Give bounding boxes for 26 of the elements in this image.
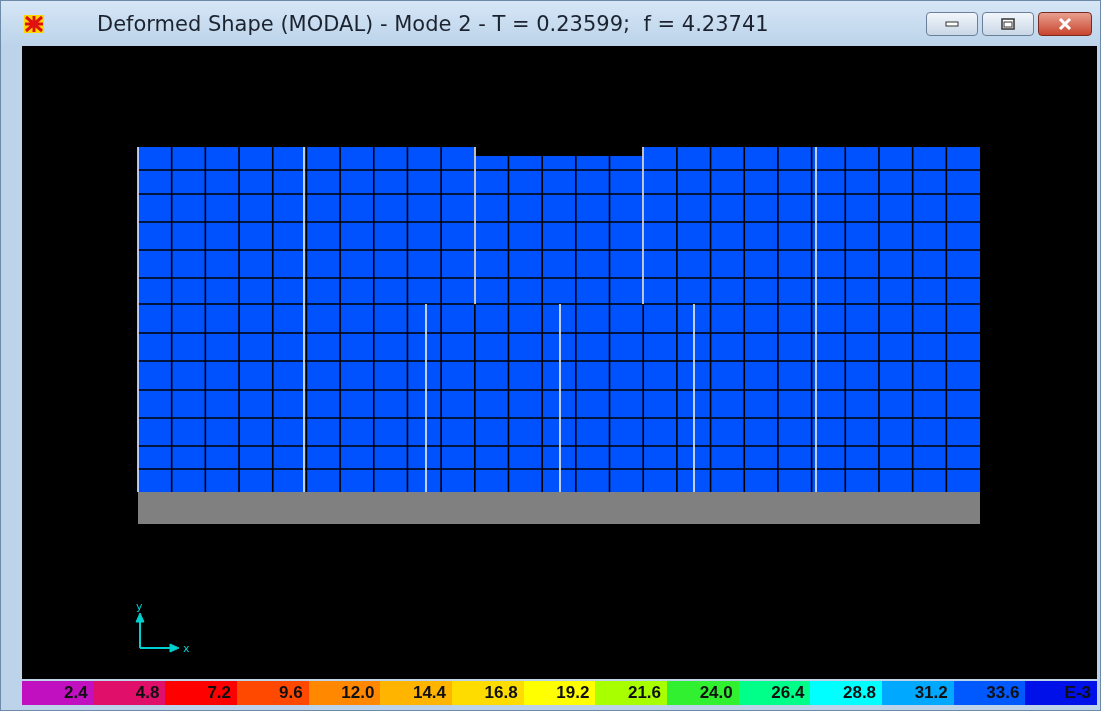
legend-value: E-3: [1064, 683, 1092, 703]
y-axis-label: y: [136, 600, 143, 613]
legend-value: 7.2: [207, 683, 231, 703]
close-icon: [1057, 17, 1073, 30]
close-button[interactable]: [1038, 11, 1092, 36]
legend-value: 24.0: [699, 683, 733, 703]
window-title: Deformed Shape (MODAL) - Mode 2 - T = 0.23599; f = 4.23741: [97, 11, 770, 36]
legend-value: 19.2: [556, 683, 590, 703]
legend-value: 2.4: [64, 683, 88, 703]
maximize-icon: [1001, 17, 1015, 30]
legend-value: 33.6: [986, 683, 1020, 703]
legend-value: 28.8: [842, 683, 877, 703]
legend-value: 9.6: [279, 683, 303, 703]
axis-arrows-icon: [135, 612, 180, 653]
legend-value: 21.6: [627, 683, 662, 703]
legend-value: 31.2: [914, 683, 948, 703]
app-icon: [23, 13, 45, 34]
minimize-button[interactable]: [926, 11, 978, 36]
maximize-button[interactable]: [982, 11, 1034, 36]
legend-value: 14.4: [412, 683, 447, 703]
legend-value: 12.0: [341, 683, 375, 703]
minimize-icon: [945, 20, 959, 27]
legend-value: 4.8: [135, 683, 160, 703]
x-axis-label: x: [183, 642, 190, 655]
legend-value: 26.4: [771, 683, 805, 703]
legend-value: 16.8: [484, 683, 518, 703]
